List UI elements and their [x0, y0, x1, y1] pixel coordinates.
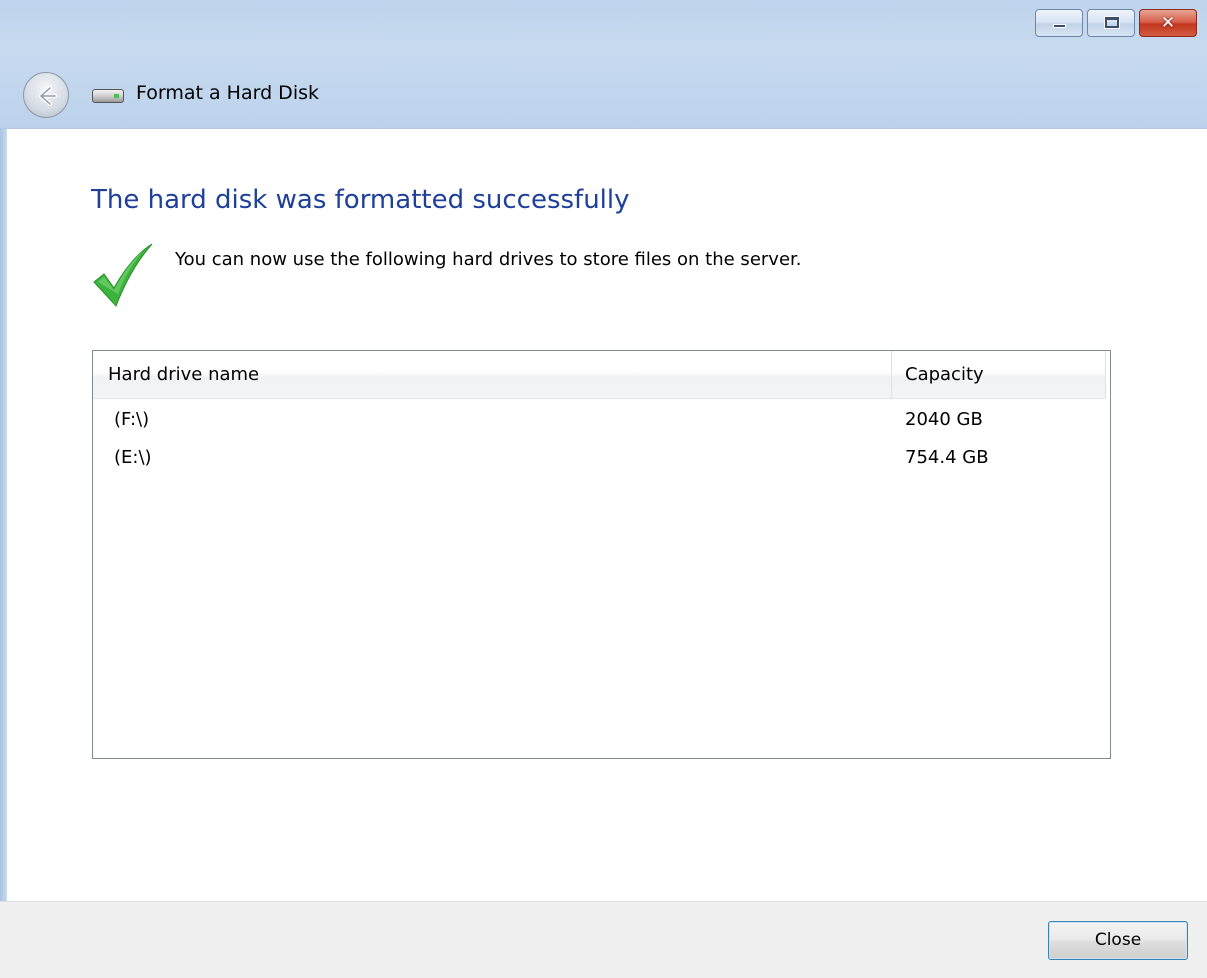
format-disk-window: ✕ Format a Hard Disk The hard disk was f…: [0, 0, 1207, 978]
drive-name: (E:\): [114, 447, 152, 468]
window-close-button[interactable]: ✕: [1139, 9, 1197, 37]
drive-name: (F:\): [114, 409, 150, 430]
hard-disk-icon: [92, 89, 124, 103]
table-row[interactable]: (F:\) 2040 GB: [93, 404, 1106, 436]
close-button[interactable]: Close: [1048, 921, 1188, 960]
description-text: You can now use the following hard drive…: [175, 249, 802, 270]
drive-capacity: 754.4 GB: [905, 447, 989, 468]
title-bar: ✕ Format a Hard Disk: [0, 0, 1207, 129]
minimize-icon: [1053, 24, 1066, 28]
back-button[interactable]: [23, 72, 69, 118]
table-row[interactable]: (E:\) 754.4 GB: [93, 442, 1106, 474]
column-header-capacity[interactable]: Capacity: [905, 351, 984, 399]
footer-bar: [0, 901, 1207, 978]
window-controls: ✕: [1035, 9, 1197, 37]
close-icon: ✕: [1160, 13, 1176, 33]
window-title: Format a Hard Disk: [136, 82, 319, 104]
drive-led-icon: [114, 94, 119, 98]
drives-list[interactable]: Hard drive name Capacity (F:\) 2040 GB (…: [92, 350, 1111, 759]
maximize-button[interactable]: [1087, 9, 1135, 37]
column-divider[interactable]: [891, 351, 892, 399]
page-heading: The hard disk was formatted successfully: [91, 185, 630, 215]
column-header-name[interactable]: Hard drive name: [108, 351, 259, 399]
window-left-border: [0, 129, 7, 901]
back-arrow-icon: [39, 86, 57, 106]
maximize-icon: [1104, 16, 1120, 29]
list-header: Hard drive name Capacity: [93, 351, 1106, 399]
drive-capacity: 2040 GB: [905, 409, 983, 430]
column-divider[interactable]: [1105, 351, 1106, 399]
minimize-button[interactable]: [1035, 9, 1083, 37]
success-check-icon: [93, 243, 153, 307]
